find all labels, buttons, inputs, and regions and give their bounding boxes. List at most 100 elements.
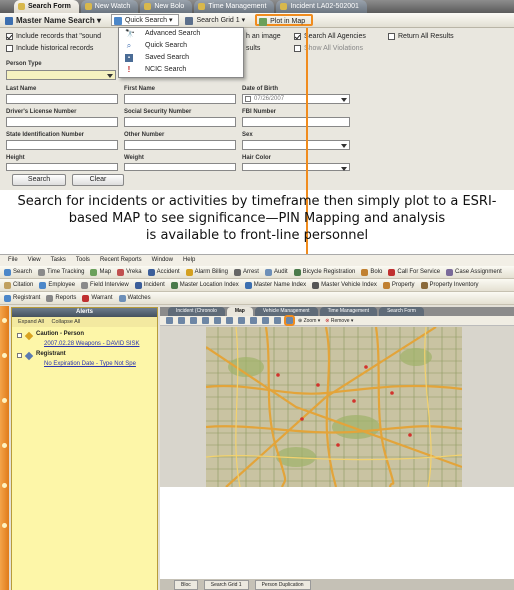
tab-search-grid[interactable]: Search Grid 1 [203, 580, 249, 590]
reports-button[interactable]: Reports [46, 295, 76, 302]
menu-item-ncic-search[interactable]: ! NCIC Search [119, 64, 243, 76]
sidebar-item-favorites[interactable] [0, 521, 9, 530]
drivers-license-input[interactable] [6, 117, 118, 127]
collapse-toggle[interactable] [17, 353, 22, 358]
case-assignment-button[interactable]: Case Assignment [446, 269, 502, 276]
menu-window[interactable]: Window [152, 255, 173, 266]
state-id-input[interactable] [6, 140, 118, 150]
property-inventory-button[interactable]: Property Inventory [420, 282, 479, 289]
alert-group-caution-person[interactable]: Caution - Person [36, 331, 84, 337]
return-all-results-checkbox[interactable]: Return All Results [388, 33, 454, 40]
zoom-dropdown[interactable]: ⊕ Zoom ▾ [298, 318, 320, 324]
menu-help[interactable]: Help [183, 255, 195, 266]
checkbox-box[interactable] [6, 45, 13, 52]
select-tool-icon[interactable] [166, 317, 173, 324]
clear-tool-icon[interactable] [274, 317, 281, 324]
tab-new-bolo[interactable]: New Bolo [140, 0, 193, 13]
sidebar-item-incident[interactable] [0, 396, 9, 405]
results-option[interactable]: sults [246, 45, 260, 52]
property-button[interactable]: Property [382, 282, 415, 289]
time-tracking-button[interactable]: Time Tracking [38, 269, 84, 276]
include-sound-alike-checkbox[interactable]: Include records that "sound [6, 33, 101, 40]
alert-group-registrant[interactable]: Registrant [36, 351, 66, 357]
tab-incident[interactable]: Incident LA02-502001 [276, 0, 367, 13]
tab-new-watch[interactable]: New Watch [80, 0, 139, 13]
sex-select[interactable] [242, 140, 350, 150]
alert-item-weapons[interactable]: 2007.02.28 Weapons - DAVID SISK [44, 341, 140, 347]
call-for-service-button[interactable]: Call For Service [388, 269, 440, 276]
collapse-toggle[interactable] [17, 333, 22, 338]
tab-time-management[interactable]: Time Management [194, 0, 275, 13]
measure-tool-icon[interactable] [214, 317, 221, 324]
last-name-input[interactable] [6, 94, 118, 104]
citation-button[interactable]: Citation [4, 282, 33, 289]
watches-button[interactable]: Watches [118, 295, 151, 302]
collapse-all-link[interactable]: Collapse All [52, 319, 81, 325]
menu-tools[interactable]: Tools [76, 255, 90, 266]
alarm-billing-button[interactable]: Alarm Billing [185, 269, 228, 276]
menu-item-advanced-search[interactable]: 🔭 Advanced Search [119, 28, 243, 40]
map-button[interactable]: Map [90, 269, 111, 276]
buffer-tool-icon[interactable] [226, 317, 233, 324]
search-all-agencies-checkbox[interactable]: Search All Agencies [294, 33, 366, 40]
menu-view[interactable]: View [28, 255, 41, 266]
menu-file[interactable]: File [8, 255, 18, 266]
employee-button[interactable]: Employee [39, 282, 75, 289]
sidebar-item-calendar[interactable] [0, 481, 9, 490]
fbi-number-input[interactable] [242, 117, 350, 127]
person-type-select[interactable] [6, 70, 116, 80]
master-vehicle-index-button[interactable]: Master Vehicle Index [312, 282, 377, 289]
accident-button[interactable]: Accident [147, 269, 180, 276]
ssn-input[interactable] [124, 117, 236, 127]
sidebar-item-action-items[interactable] [0, 316, 9, 325]
weight-input[interactable] [124, 163, 236, 171]
layers-tool-icon[interactable] [202, 317, 209, 324]
alert-item-no-expiration[interactable]: No Expiration Date - Type Not Spe [44, 361, 136, 367]
master-location-index-button[interactable]: Master Location Index [170, 282, 239, 289]
arrest-button[interactable]: Arrest [233, 269, 259, 276]
tab-bloc[interactable]: Bloc [174, 580, 198, 590]
menu-item-quick-search[interactable]: ⌕ Quick Search [119, 40, 243, 52]
sidebar-item-alerts[interactable] [0, 351, 9, 360]
tab-vehicle-management[interactable]: Vehicle Management [254, 307, 318, 316]
tab-search-form[interactable]: Search Form [379, 307, 424, 316]
with-image-option[interactable]: h an image [246, 33, 281, 40]
bolo-button[interactable]: Bolo [361, 269, 382, 276]
expand-all-link[interactable]: Expand All [18, 319, 44, 325]
hair-color-select[interactable] [242, 163, 350, 171]
tab-person-duplication[interactable]: Person Duplication [254, 580, 311, 590]
remove-dropdown[interactable]: ⊗ Remove ▾ [325, 318, 353, 324]
print-tool-icon[interactable] [238, 317, 245, 324]
incident-button[interactable]: Incident [134, 282, 165, 289]
identify-tool-icon[interactable] [190, 317, 197, 324]
field-interview-button[interactable]: Field Interview [81, 282, 129, 289]
master-name-search-dropdown[interactable]: Master Name Search ▾ [2, 14, 108, 26]
master-name-index-button[interactable]: Master Name Index [244, 282, 306, 289]
full-extent-tool-icon[interactable] [262, 317, 269, 324]
sidebar-item-tasks[interactable] [0, 441, 9, 450]
tab-map[interactable]: Map [226, 307, 253, 316]
bicycle-registration-button[interactable]: Bicycle Registration [293, 269, 355, 276]
pan-tool-icon[interactable] [178, 317, 185, 324]
tab-time-management[interactable]: Time Management [319, 307, 378, 316]
vreka-button[interactable]: Vreka [117, 269, 142, 276]
audit-button[interactable]: Audit [264, 269, 288, 276]
plot-in-map-button[interactable]: Plot in Map [255, 14, 314, 26]
refresh-tool-icon[interactable] [250, 317, 257, 324]
dob-checkbox[interactable] [245, 96, 251, 102]
clear-button[interactable]: Clear [72, 174, 124, 186]
menu-tasks[interactable]: Tasks [51, 255, 66, 266]
quick-search-dropdown[interactable]: Quick Search ▾ [110, 14, 180, 26]
search-module-button[interactable]: Search [4, 269, 32, 276]
checkbox-box[interactable] [294, 33, 301, 40]
search-grid-button[interactable]: Search Grid 1 ▾ [182, 14, 252, 26]
checkbox-box[interactable] [6, 33, 13, 40]
menu-recent-reports[interactable]: Recent Reports [100, 255, 142, 266]
checkbox-box[interactable] [294, 45, 301, 52]
first-name-input[interactable] [124, 94, 236, 104]
warrant-button[interactable]: Warrant [82, 295, 113, 302]
registrant-button[interactable]: Registrant [4, 295, 40, 302]
tab-search-form[interactable]: Search Form [14, 0, 79, 13]
checkbox-box[interactable] [388, 33, 395, 40]
esri-street-map[interactable] [206, 327, 462, 487]
